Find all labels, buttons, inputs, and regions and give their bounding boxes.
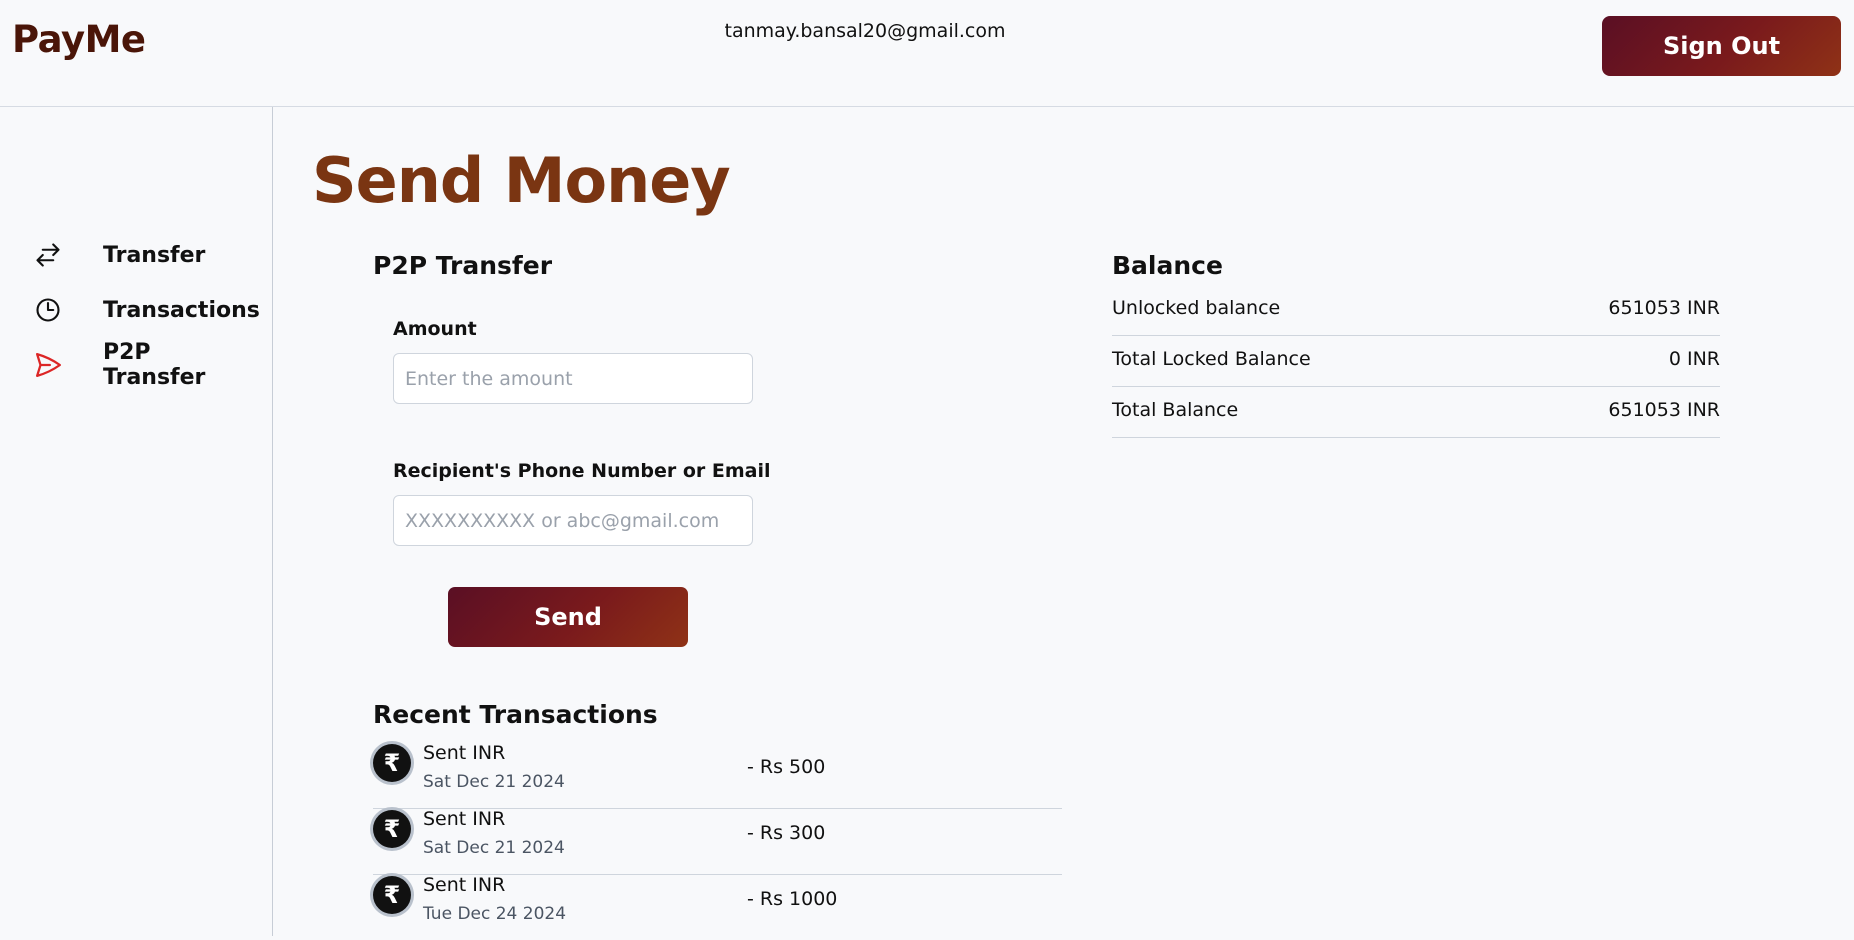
balance-value: 651053 INR xyxy=(1608,297,1720,319)
transaction-date: Sat Dec 21 2024 xyxy=(423,772,565,792)
send-button[interactable]: Send xyxy=(448,587,688,647)
recent-transactions-title: Recent Transactions xyxy=(373,700,658,729)
transaction-date: Tue Dec 24 2024 xyxy=(423,904,567,924)
balance-row-unlocked: Unlocked balance 651053 INR xyxy=(1112,285,1720,336)
balance-value: 651053 INR xyxy=(1608,399,1720,421)
sidebar-item-label: Transactions xyxy=(103,297,260,323)
transaction-title: Sent INR xyxy=(423,742,506,764)
user-email: tanmay.bansal20@gmail.com xyxy=(724,20,1006,42)
transaction-row: ₹ Sent INR Sat Dec 21 2024 - Rs 500 xyxy=(373,742,1062,809)
balance-label: Total Balance xyxy=(1112,399,1239,421)
rupee-icon: ₹ xyxy=(373,876,411,914)
transaction-amount: - Rs 300 xyxy=(747,822,826,844)
transaction-amount: - Rs 500 xyxy=(747,756,826,778)
balance-label: Total Locked Balance xyxy=(1112,348,1311,370)
sidebar-item-transactions[interactable]: Transactions xyxy=(30,290,260,330)
transaction-amount: - Rs 1000 xyxy=(747,888,838,910)
rupee-icon: ₹ xyxy=(373,744,411,782)
transaction-date: Sat Dec 21 2024 xyxy=(423,838,565,858)
recipient-label: Recipient's Phone Number or Email xyxy=(393,460,771,482)
top-bar: PayMe tanmay.bansal20@gmail.com Sign Out xyxy=(0,0,1854,107)
balance-value: 0 INR xyxy=(1668,348,1720,370)
rupee-icon: ₹ xyxy=(373,810,411,848)
amount-label: Amount xyxy=(393,318,477,340)
send-icon xyxy=(30,347,66,383)
recipient-input[interactable] xyxy=(393,495,753,546)
amount-input[interactable] xyxy=(393,353,753,404)
sidebar: Transfer Transactions P2P Transfer xyxy=(0,107,273,936)
sidebar-item-label: P2P Transfer xyxy=(103,340,206,390)
sidebar-item-p2p-transfer[interactable]: P2P Transfer xyxy=(30,340,260,390)
transaction-title: Sent INR xyxy=(423,874,506,896)
clock-icon xyxy=(30,292,66,328)
page-title: Send Money xyxy=(312,144,731,217)
sign-out-button[interactable]: Sign Out xyxy=(1602,16,1841,76)
transaction-row: ₹ Sent INR Tue Dec 24 2024 - Rs 1000 xyxy=(373,874,1062,940)
sidebar-item-transfer[interactable]: Transfer xyxy=(30,235,260,275)
balance-row-locked: Total Locked Balance 0 INR xyxy=(1112,336,1720,387)
transaction-row: ₹ Sent INR Sat Dec 21 2024 - Rs 300 xyxy=(373,808,1062,875)
arrows-left-right-icon xyxy=(30,237,66,273)
transaction-title: Sent INR xyxy=(423,808,506,830)
p2p-transfer-title: P2P Transfer xyxy=(373,251,553,280)
balance-label: Unlocked balance xyxy=(1112,297,1281,319)
sidebar-item-label: Transfer xyxy=(103,242,206,268)
balance-row-total: Total Balance 651053 INR xyxy=(1112,387,1720,438)
balance-title: Balance xyxy=(1112,251,1223,280)
